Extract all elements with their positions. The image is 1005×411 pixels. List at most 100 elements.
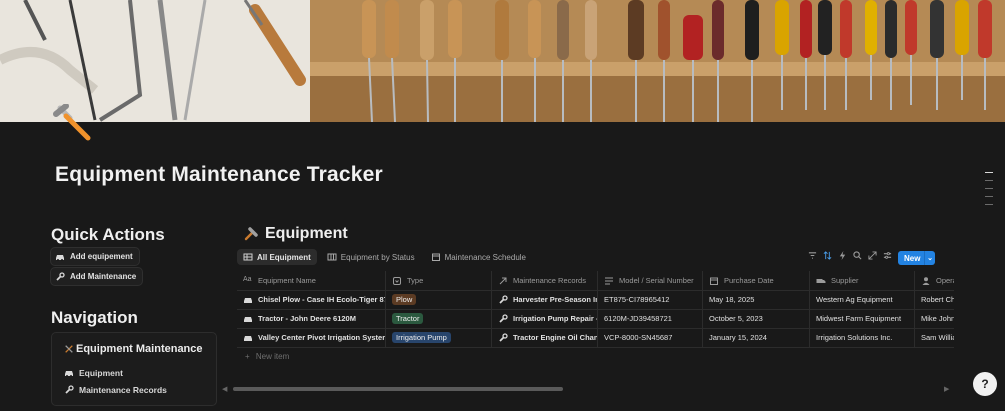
tab-equipment-by-status[interactable]: Equipment by Status: [321, 249, 421, 265]
table-row[interactable]: Valley Center Pivot Irrigation System Ir…: [237, 328, 954, 348]
navigation-heading: Navigation: [51, 308, 138, 327]
hammer-icon: [244, 227, 258, 241]
equipment-name-cell[interactable]: Valley Center Pivot Irrigation System: [237, 328, 386, 347]
maintenance-cell[interactable]: Irrigation Pump Repair - O: [492, 309, 598, 328]
database-title[interactable]: Equipment: [243, 225, 348, 243]
sort-icon[interactable]: [823, 251, 832, 260]
cover-image: [0, 0, 1005, 122]
model-cell[interactable]: ET875-CI78965412: [598, 290, 703, 309]
supplier-value: Western Ag Equipment: [816, 295, 893, 304]
add-maintenance-button[interactable]: Add Maintenance: [51, 268, 143, 285]
wrench-icon: [499, 313, 508, 323]
plus-icon: +: [245, 352, 250, 361]
page-title: Equipment Maintenance Tracker: [55, 163, 383, 186]
tab-equipment-by-status-label: Equipment by Status: [340, 252, 415, 262]
tab-all-equipment-label: All Equipment: [257, 252, 311, 262]
equipment-name: Valley Center Pivot Irrigation System: [258, 333, 386, 342]
cover-tools-illustration: [0, 0, 992, 122]
column-header-supplier[interactable]: Supplier: [810, 271, 915, 290]
equipment-table: Aa Equipment Name Type Maintenance Recor…: [237, 271, 954, 349]
nav-item-maintenance-records[interactable]: Maintenance Records: [64, 385, 167, 395]
column-header-model-serial[interactable]: Model / Serial Number: [598, 271, 703, 290]
maintenance-link: Tractor Engine Oil Change: [513, 333, 598, 342]
tab-maintenance-schedule-label: Maintenance Schedule: [444, 252, 526, 262]
new-item-label: New item: [255, 352, 290, 361]
column-header-label: Type: [407, 276, 424, 285]
supplier-value: Irrigation Solutions Inc.: [816, 333, 893, 342]
column-header-label: Model / Serial Number: [619, 276, 694, 285]
supplier-value: Midwest Farm Equipment: [816, 314, 902, 323]
table-icon: [243, 253, 253, 261]
column-header-maintenance-records[interactable]: Maintenance Records: [492, 271, 598, 290]
equipment-name: Chisel Plow - Case IH Ecolo-Tiger 875: [258, 295, 386, 304]
person-icon: [922, 276, 930, 285]
scroll-right-icon[interactable]: ▶: [944, 385, 949, 393]
column-header-purchase-date[interactable]: Purchase Date: [703, 271, 810, 290]
lightning-icon[interactable]: [838, 251, 847, 260]
supplier-cell[interactable]: Western Ag Equipment: [810, 290, 915, 309]
tab-maintenance-schedule[interactable]: Maintenance Schedule: [425, 249, 532, 265]
operator-cell[interactable]: Sam Willia: [915, 328, 954, 347]
settings-icon[interactable]: [883, 251, 892, 260]
type-tag: Tractor: [392, 313, 424, 324]
column-header-label: Maintenance Records: [513, 276, 586, 285]
car-icon: [65, 371, 73, 377]
model-value: ET875-CI78965412: [604, 295, 670, 304]
maintenance-link: Harvester Pre-Season Insp: [513, 295, 597, 304]
model-cell[interactable]: VCP-8000-SN45687: [598, 328, 703, 347]
type-cell[interactable]: Plow: [386, 290, 492, 309]
nav-item-maintenance-label: Maintenance Records: [79, 385, 167, 395]
horizontal-scrollbar[interactable]: [233, 387, 563, 391]
equipment-name-cell[interactable]: Chisel Plow - Case IH Ecolo-Tiger 875: [237, 290, 386, 309]
car-icon: [244, 335, 252, 341]
type-tag: Plow: [392, 294, 417, 305]
hammer-icon[interactable]: [52, 104, 92, 142]
type-cell[interactable]: Irrigation Pump: [386, 328, 492, 347]
type-cell[interactable]: Tractor: [386, 309, 492, 328]
column-header-equipment-name[interactable]: Aa Equipment Name: [237, 271, 386, 290]
equipment-name-cell[interactable]: Tractor - John Deere 6120M: [237, 309, 386, 328]
wrench-icon: [499, 294, 508, 304]
wrench-icon: [56, 271, 65, 281]
table-row[interactable]: Tractor - John Deere 6120M Tractor Irrig…: [237, 309, 954, 329]
model-value: VCP-8000-SN45687: [604, 333, 673, 342]
purchase-date-cell[interactable]: October 5, 2023: [703, 309, 810, 328]
search-icon[interactable]: [853, 251, 862, 260]
wrench-icon: [65, 385, 74, 394]
equipment-name: Tractor - John Deere 6120M: [258, 314, 356, 323]
truck-icon: [816, 278, 826, 283]
maintenance-cell[interactable]: Harvester Pre-Season Insp: [492, 290, 598, 309]
purchase-date-cell[interactable]: January 15, 2024: [703, 328, 810, 347]
new-button[interactable]: New ⌄: [898, 251, 935, 265]
nav-item-equipment[interactable]: Equipment: [64, 368, 123, 378]
add-maintenance-label: Add Maintenance: [70, 272, 137, 281]
maintenance-link: Irrigation Pump Repair - O: [513, 314, 598, 323]
add-equipment-button[interactable]: Add equipement: [51, 248, 139, 265]
table-row[interactable]: Chisel Plow - Case IH Ecolo-Tiger 875 Pl…: [237, 290, 954, 310]
operator-cell[interactable]: Mike John: [915, 309, 954, 328]
model-cell[interactable]: 6120M-JD39458721: [598, 309, 703, 328]
supplier-cell[interactable]: Irrigation Solutions Inc.: [810, 328, 915, 347]
relation-arrow-icon: [499, 277, 507, 284]
view-tabs: All Equipment Equipment by Status Mainte…: [237, 249, 532, 265]
nav-box-title[interactable]: Equipment Maintenance: [64, 343, 203, 355]
tab-all-equipment[interactable]: All Equipment: [237, 249, 317, 265]
navigation-box: Equipment Maintenance Equipment Maintena…: [51, 332, 217, 406]
column-header-type[interactable]: Type: [386, 271, 492, 290]
nav-box-title-label: Equipment Maintenance: [76, 343, 203, 355]
maintenance-cell[interactable]: Tractor Engine Oil Change: [492, 328, 598, 347]
operator-value: Mike John: [921, 314, 954, 323]
chevron-down-icon[interactable]: ⌄: [925, 254, 935, 262]
operator-cell[interactable]: Robert Ch: [915, 290, 954, 309]
new-item-button[interactable]: + New item: [245, 352, 289, 361]
calendar-icon: [710, 277, 718, 285]
expand-icon[interactable]: [868, 251, 877, 260]
page-outline-scroll[interactable]: [985, 172, 995, 212]
supplier-cell[interactable]: Midwest Farm Equipment: [810, 309, 915, 328]
scroll-left-icon[interactable]: ◀: [222, 385, 227, 393]
car-icon: [244, 297, 252, 303]
help-button[interactable]: ?: [973, 372, 997, 396]
purchase-date-cell[interactable]: May 18, 2025: [703, 290, 810, 309]
filter-icon[interactable]: [808, 251, 817, 260]
column-header-operator[interactable]: Opera: [915, 271, 954, 290]
